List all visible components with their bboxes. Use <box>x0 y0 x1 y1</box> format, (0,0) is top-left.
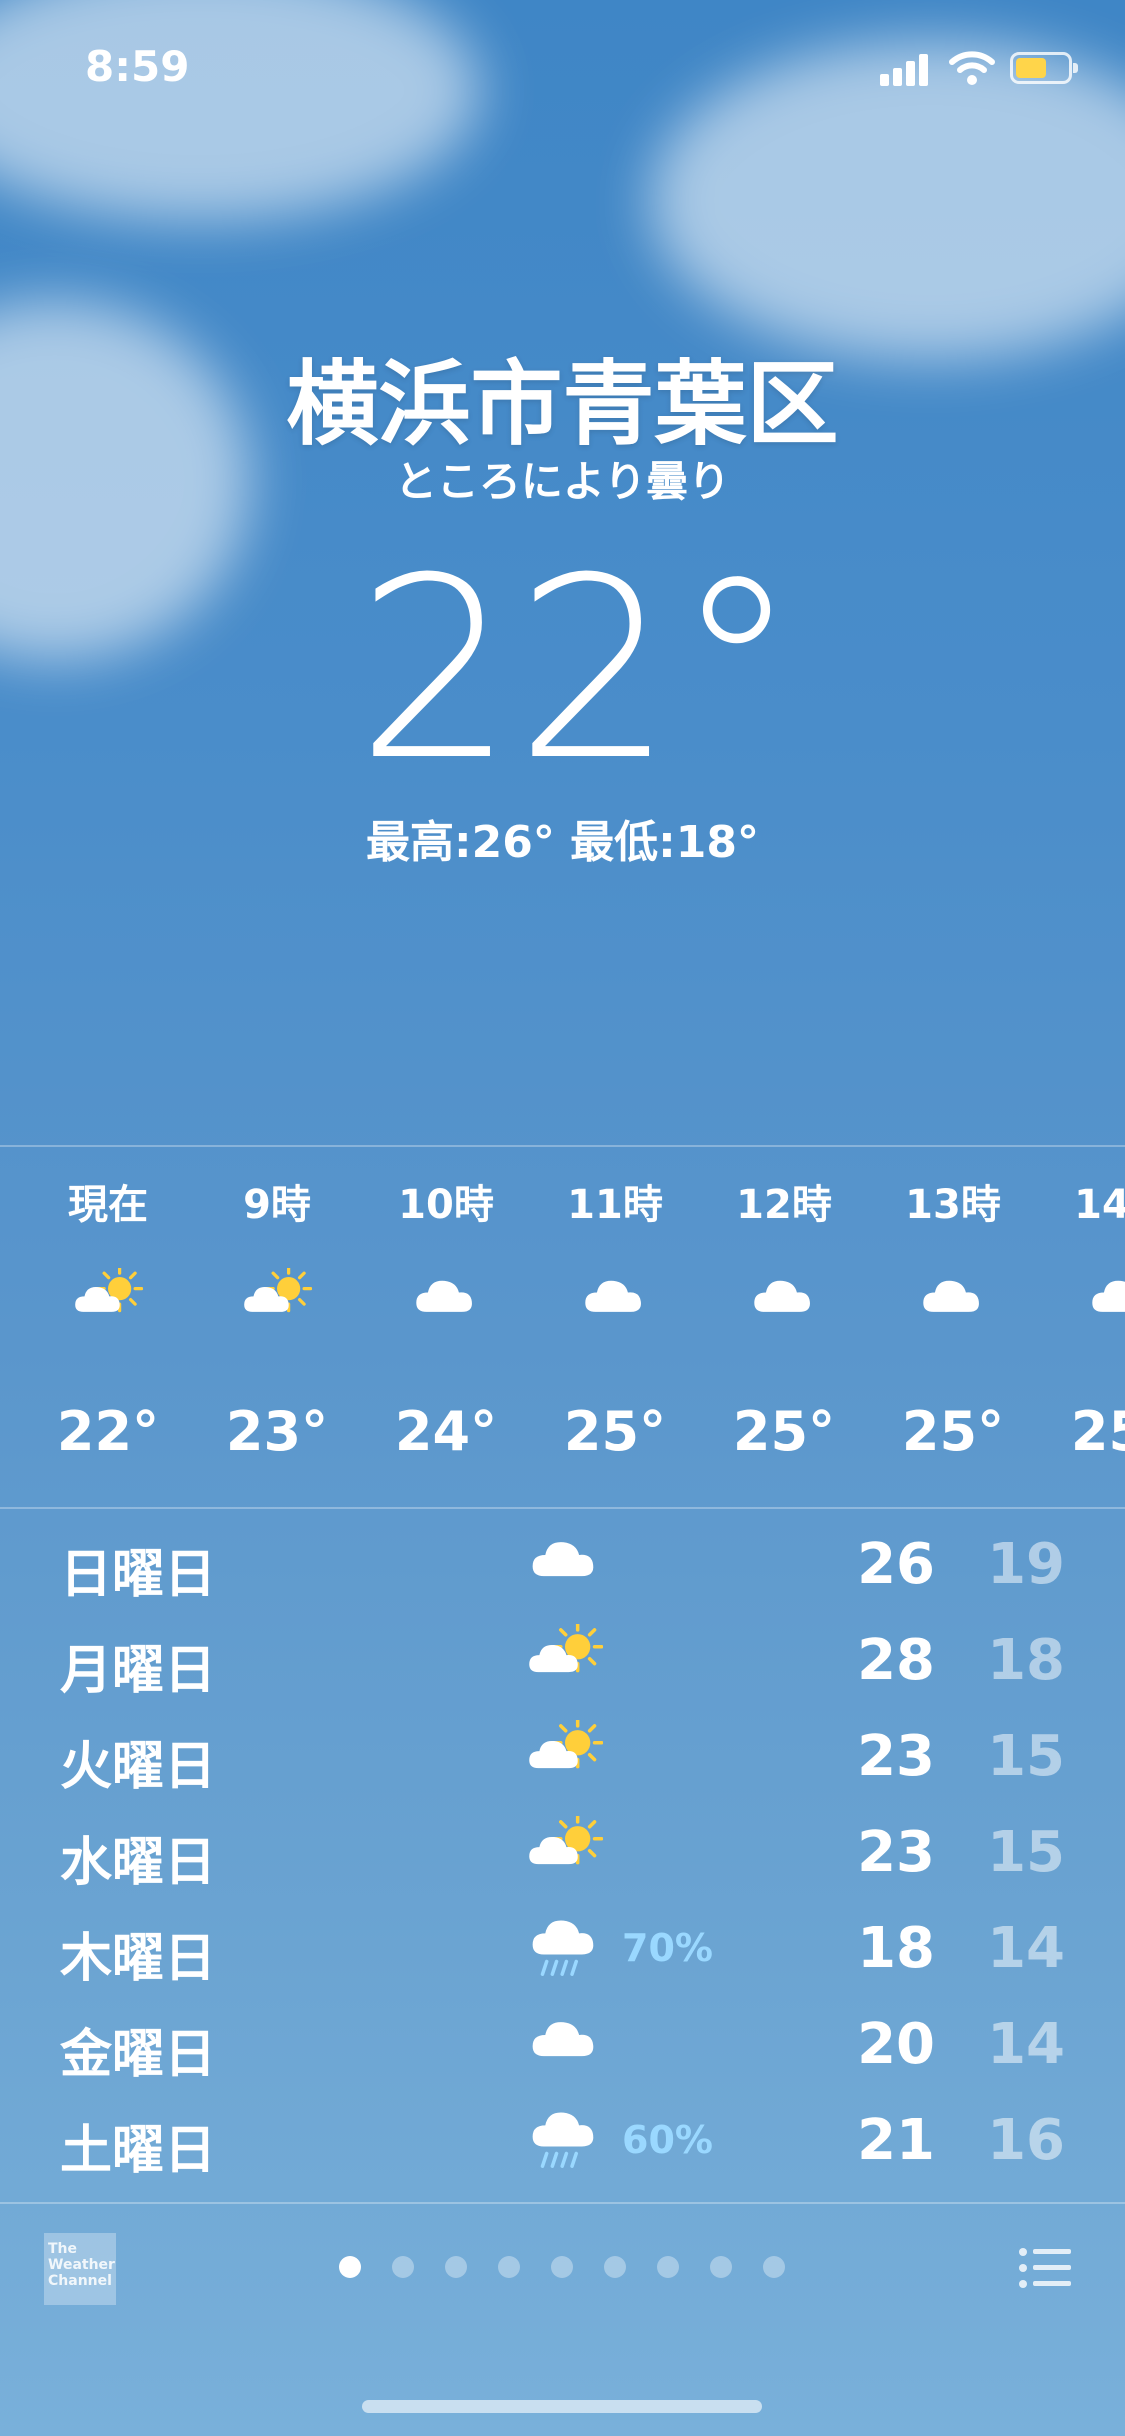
weather-screen: 8:59 横浜市青葉区 ところにより曇り 22° 最高:26° 最低:18° 現… <box>0 0 1125 2436</box>
day-high: 18 <box>857 1916 935 1981</box>
page-dot[interactable] <box>551 2256 573 2278</box>
cloud-icon <box>411 1268 481 1328</box>
hourly-temperature: 24° <box>394 1400 498 1463</box>
page-dot[interactable] <box>498 2256 520 2278</box>
hourly-temperature: 25° <box>1070 1400 1125 1463</box>
day-low: 19 <box>987 1532 1065 1597</box>
daily-row: 日曜日 26 19 <box>0 1520 1125 1610</box>
hourly-time: 12時 <box>736 1182 832 1228</box>
cloud-icon <box>749 1268 819 1328</box>
partly-sunny-icon <box>527 1813 607 1886</box>
day-high: 20 <box>857 2012 935 2077</box>
day-high: 28 <box>857 1628 935 1693</box>
day-name: 月曜日 <box>60 1641 217 1701</box>
wifi-icon <box>949 51 995 85</box>
cloud-icon <box>527 2008 607 2078</box>
partly-sunny-icon <box>242 1265 313 1328</box>
day-high: 26 <box>857 1532 935 1597</box>
day-high: 21 <box>857 2108 935 2173</box>
rain-icon <box>527 2104 607 2174</box>
hourly-time: 11時 <box>567 1182 663 1228</box>
page-dot[interactable] <box>710 2256 732 2278</box>
page-dot[interactable] <box>657 2256 679 2278</box>
page-dot[interactable] <box>604 2256 626 2278</box>
hourly-time: 9時 <box>243 1182 311 1228</box>
cloud-icon <box>918 1268 988 1328</box>
day-low: 15 <box>987 1724 1065 1789</box>
day-low: 14 <box>987 1916 1065 1981</box>
high-low-text: 最高:26° 最低:18° <box>366 817 759 868</box>
hourly-time: 13時 <box>905 1182 1001 1228</box>
precipitation-chance: 70% <box>622 1926 713 1970</box>
divider <box>0 1507 1125 1509</box>
page-dot[interactable] <box>445 2256 467 2278</box>
current-temperature: 22° <box>355 524 800 815</box>
partly-sunny-icon <box>527 1717 607 1790</box>
daily-row: 月曜日 28 18 <box>0 1616 1125 1706</box>
daily-row: 金曜日 20 14 <box>0 2000 1125 2090</box>
list-icon[interactable] <box>1018 2246 1072 2290</box>
daily-row: 木曜日 70% 18 14 <box>0 1904 1125 1994</box>
day-name: 金曜日 <box>60 2025 217 2085</box>
hourly-temperature: 22° <box>56 1400 160 1463</box>
cloud-icon <box>1087 1268 1125 1328</box>
daily-row: 火曜日 23 15 <box>0 1712 1125 1802</box>
day-name: 水曜日 <box>60 1833 217 1893</box>
day-low: 14 <box>987 2012 1065 2077</box>
page-dot[interactable] <box>339 2256 361 2278</box>
divider <box>0 1145 1125 1147</box>
daily-row: 土曜日 60% 21 16 <box>0 2096 1125 2186</box>
partly-sunny-icon <box>73 1265 144 1328</box>
divider <box>0 2202 1125 2204</box>
hourly-temperature: 25° <box>901 1400 1005 1463</box>
status-time: 8:59 <box>85 42 190 91</box>
page-indicator[interactable] <box>0 2256 1125 2286</box>
status-bar: 8:59 <box>0 0 1125 140</box>
day-name: 日曜日 <box>60 1545 217 1605</box>
day-high: 23 <box>857 1724 935 1789</box>
hourly-time: 現在 <box>68 1182 148 1228</box>
cloud-icon <box>527 1528 607 1598</box>
day-low: 18 <box>987 1628 1065 1693</box>
hourly-time: 14時 <box>1074 1182 1125 1228</box>
hourly-temperature: 23° <box>225 1400 329 1463</box>
day-name: 火曜日 <box>60 1737 217 1797</box>
daily-row: 水曜日 23 15 <box>0 1808 1125 1898</box>
day-high: 23 <box>857 1820 935 1885</box>
day-name: 木曜日 <box>60 1929 217 1989</box>
precipitation-chance: 60% <box>622 2118 713 2162</box>
hourly-temperature: 25° <box>732 1400 836 1463</box>
page-dot[interactable] <box>392 2256 414 2278</box>
home-indicator[interactable] <box>362 2400 762 2413</box>
page-dot[interactable] <box>763 2256 785 2278</box>
hourly-temperature: 25° <box>563 1400 667 1463</box>
condition-text: ところにより曇り <box>394 457 731 506</box>
day-name: 土曜日 <box>60 2121 217 2181</box>
city-name: 横浜市青葉区 <box>286 351 839 458</box>
rain-icon <box>527 1912 607 1982</box>
partly-sunny-icon <box>527 1621 607 1694</box>
cloud-icon <box>580 1268 650 1328</box>
cellular-signal-icon <box>880 52 932 86</box>
battery-level <box>1016 58 1046 78</box>
battery-icon <box>1010 52 1078 84</box>
day-low: 15 <box>987 1820 1065 1885</box>
day-low: 16 <box>987 2108 1065 2173</box>
hourly-time: 10時 <box>398 1182 494 1228</box>
hourly-forecast[interactable]: 現在 22° 9時 23° 10時 24° 11時 25° 12時 25° 13時 25° 14時 25° <box>0 1150 1125 1506</box>
